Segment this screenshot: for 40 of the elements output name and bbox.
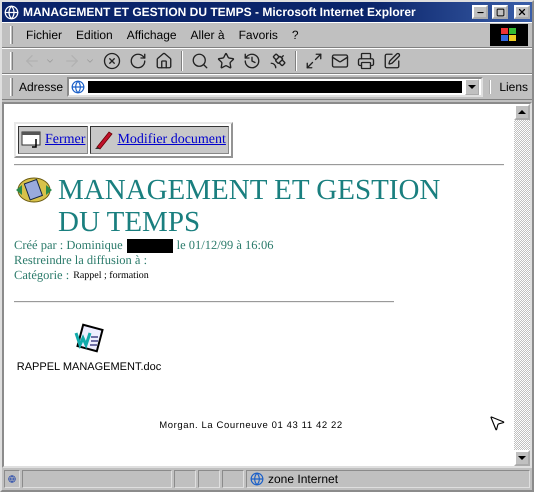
attachment-name[interactable]: RAPPEL MANAGEMENT.doc — [16, 361, 162, 373]
status-pane — [222, 470, 244, 488]
maximize-icon — [496, 8, 504, 16]
meta-date: le 01/12/99 à 16:06 — [176, 238, 274, 253]
scrollbar[interactable] — [514, 104, 530, 466]
meta-label: Catégorie : — [14, 268, 70, 283]
close-button[interactable] — [514, 5, 530, 19]
menu-item[interactable]: ? — [284, 26, 306, 44]
status-pane — [198, 470, 220, 488]
maximize-button[interactable] — [492, 5, 508, 19]
windows-logo — [490, 24, 528, 46]
browser-icon — [4, 4, 19, 20]
meta-label: Créé par : Dominique — [14, 238, 123, 253]
close-link[interactable]: Fermer — [18, 126, 88, 154]
minimize-button[interactable] — [472, 5, 488, 19]
address-label: Adresse — [19, 80, 64, 94]
menu-item[interactable]: Fichier — [19, 26, 70, 44]
mouse-cursor-icon — [488, 414, 506, 432]
menu-item[interactable]: Aller à — [184, 26, 232, 44]
status-pane — [174, 470, 196, 488]
meta-value: Rappel ; formation — [73, 269, 149, 283]
internet-zone-icon — [250, 472, 264, 486]
scroll-up-button[interactable] — [514, 104, 530, 120]
menu-item[interactable]: Affichage — [120, 26, 184, 44]
menu-item[interactable]: Edition — [69, 26, 120, 44]
zone-label: zone Internet — [268, 472, 338, 486]
links-button[interactable]: Liens — [489, 80, 528, 94]
address-field[interactable] — [67, 77, 484, 97]
page-icon — [71, 80, 86, 94]
page-icon — [8, 473, 16, 485]
pen-icon — [93, 130, 116, 150]
close-icon — [517, 7, 527, 17]
window-title: MANAGEMENT ET GESTION DU TEMPS - Microsoft Internet Explorer — [23, 5, 417, 19]
page-heading: MANAGEMENT ET GESTION DU TEMPS — [58, 174, 442, 238]
edit-link[interactable]: Modifier document — [90, 126, 229, 154]
window-close-icon — [21, 130, 43, 150]
menu-item[interactable]: Favoris — [232, 26, 285, 44]
footer-text: Morgan. La Courneuve 01 43 11 42 22 — [159, 420, 343, 431]
meta-label: Restreindre la diffusion à : — [14, 253, 148, 268]
scroll-down-button[interactable] — [514, 450, 530, 466]
